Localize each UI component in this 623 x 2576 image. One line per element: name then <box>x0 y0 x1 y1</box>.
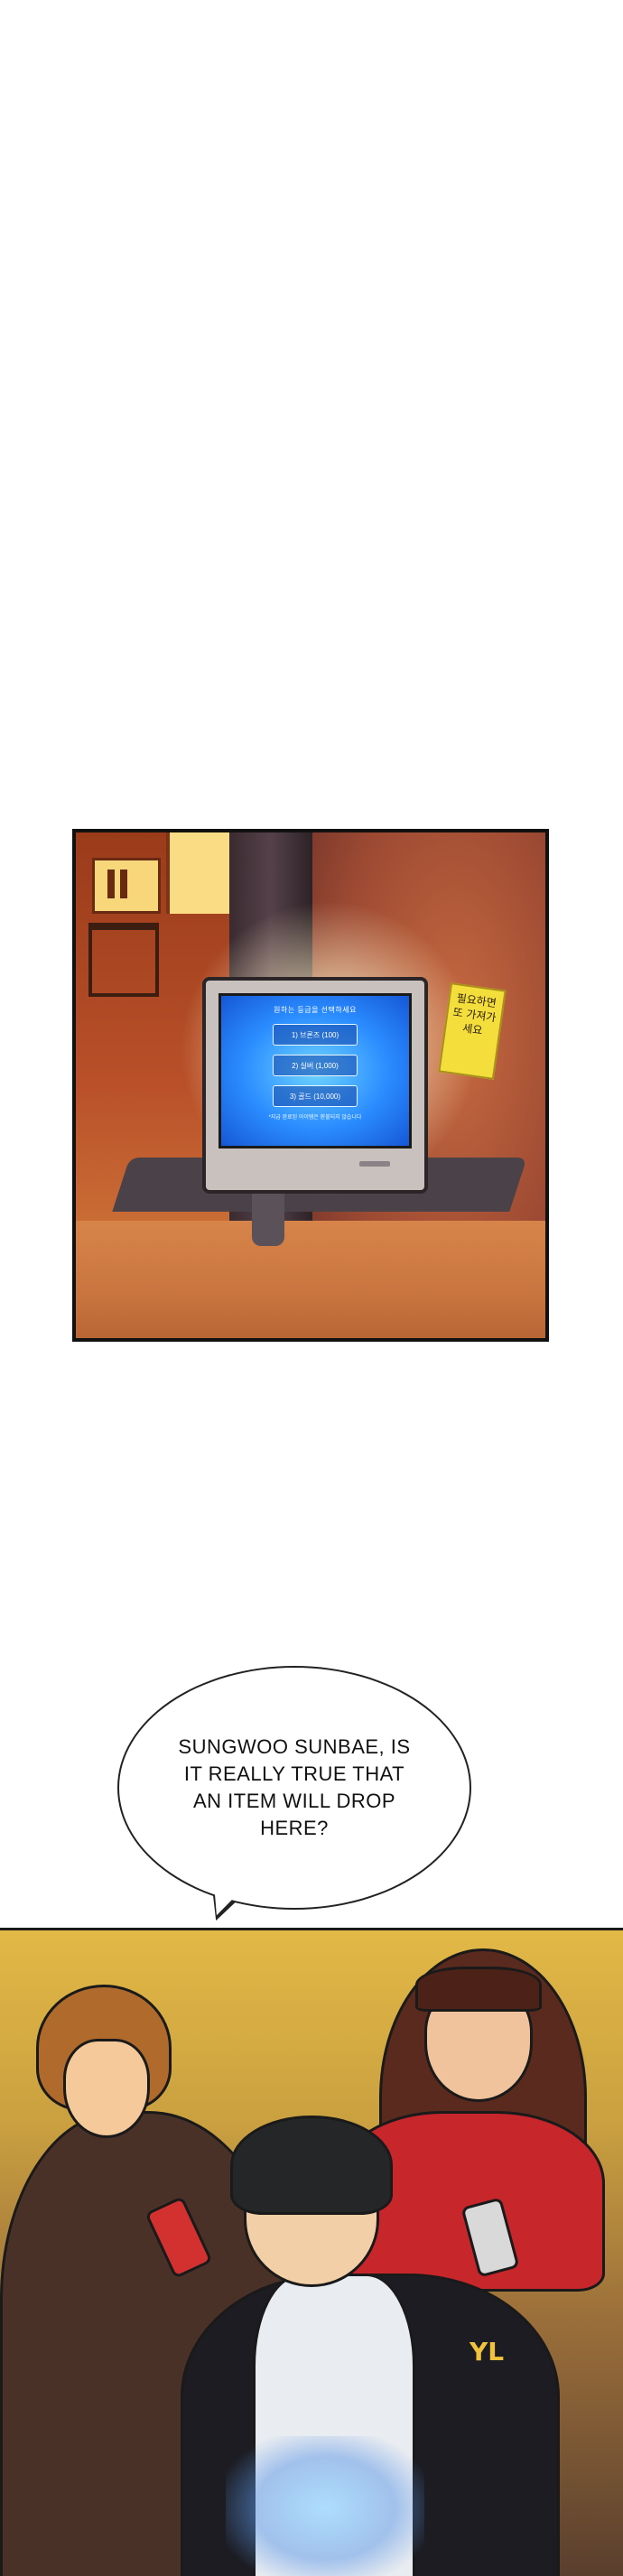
speech-bubble: SUNGWOO SUNBAE, IS IT REALLY TRUE THAT A… <box>117 1666 471 1910</box>
guy-hair <box>230 2116 393 2215</box>
store-sign <box>92 858 161 914</box>
screen-note: *지급 완료된 아이템은 환불되지 않습니다 <box>268 1115 362 1121</box>
jacket-badge: YL <box>470 2337 505 2367</box>
monitor-logo <box>359 1161 390 1167</box>
girl-bangs <box>415 1967 542 2012</box>
screen-title: 원하는 등급을 선택하세요 <box>274 1006 357 1014</box>
laptop-glow <box>226 2436 424 2576</box>
kiosk-monitor: 원하는 등급을 선택하세요 1) 브론즈 (100) 2) 실버 (1,000)… <box>202 977 428 1194</box>
option-silver-button[interactable]: 2) 실버 (1,000) <box>273 1055 358 1076</box>
characters-panel: YL <box>0 1928 623 2576</box>
bench <box>88 923 159 997</box>
kiosk-panel: 원하는 등급을 선택하세요 1) 브론즈 (100) 2) 실버 (1,000)… <box>72 829 549 1342</box>
option-bronze-button[interactable]: 1) 브론즈 (100) <box>273 1024 358 1046</box>
speech-text: SUNGWOO SUNBAE, IS IT REALLY TRUE THAT A… <box>178 1735 411 1839</box>
kiosk-screen: 원하는 등급을 선택하세요 1) 브론즈 (100) 2) 실버 (1,000)… <box>219 993 412 1149</box>
floor <box>76 1221 545 1338</box>
option-gold-button[interactable]: 3) 골드 (10,000) <box>273 1085 358 1107</box>
boy-face <box>63 2039 150 2138</box>
